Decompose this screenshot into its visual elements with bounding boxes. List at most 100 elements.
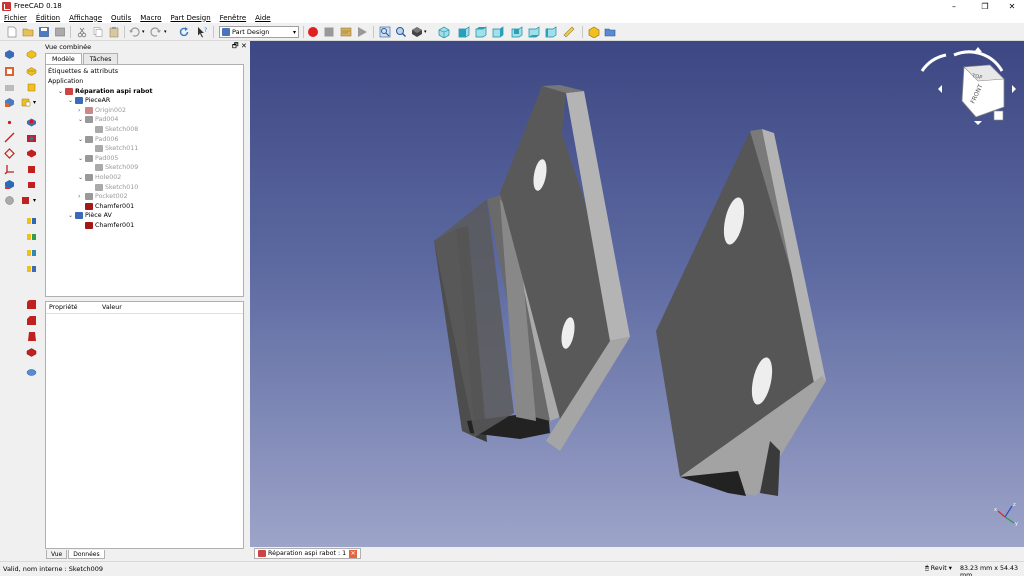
navcube-menu-icon[interactable] bbox=[993, 110, 1004, 121]
validate-sketch-icon[interactable] bbox=[4, 82, 15, 93]
piece-av-model[interactable] bbox=[656, 129, 826, 496]
subtractive-pipe-icon[interactable] bbox=[26, 179, 37, 190]
expand-arrow-icon[interactable]: ⌄ bbox=[78, 136, 85, 143]
menu-part-design[interactable]: Part Design bbox=[170, 14, 210, 22]
value-column-header[interactable]: Valeur bbox=[102, 304, 122, 311]
tree-item[interactable]: Sketch010 bbox=[88, 183, 138, 192]
boolean-icon[interactable] bbox=[26, 367, 37, 378]
revolution-icon[interactable] bbox=[26, 66, 37, 77]
right-view-icon[interactable] bbox=[492, 26, 504, 38]
menu-outils[interactable]: Outils bbox=[111, 14, 131, 22]
piece-ar-model[interactable] bbox=[434, 85, 630, 451]
tree-item[interactable]: › Origin002 bbox=[78, 106, 126, 115]
subtractive-primitive-icon[interactable] bbox=[20, 195, 31, 206]
open-folder-icon[interactable] bbox=[22, 26, 34, 38]
datum-plane-icon[interactable] bbox=[4, 148, 15, 159]
draw-style-dropdown-icon[interactable]: ▾ bbox=[424, 29, 436, 41]
additive-primitive-dropdown-icon[interactable]: ▾ bbox=[33, 99, 44, 110]
close-window-button[interactable]: ✕ bbox=[998, 0, 1024, 12]
cut-icon[interactable] bbox=[76, 26, 88, 38]
tree-item[interactable]: Chamfer001 bbox=[78, 221, 134, 230]
multitransform-icon[interactable] bbox=[26, 263, 37, 274]
expand-arrow-icon[interactable]: ⌄ bbox=[78, 116, 85, 123]
datum-line-icon[interactable] bbox=[4, 132, 15, 143]
chamfer-icon[interactable] bbox=[26, 315, 37, 326]
create-sketch-icon[interactable] bbox=[4, 66, 15, 77]
additive-primitive-icon[interactable] bbox=[20, 97, 31, 108]
tree-item[interactable]: Application bbox=[48, 77, 83, 86]
polar-pattern-icon[interactable] bbox=[26, 247, 37, 258]
datum-point-icon[interactable] bbox=[4, 117, 15, 128]
paste-icon[interactable] bbox=[108, 26, 120, 38]
subtractive-primitive-dropdown-icon[interactable]: ▾ bbox=[33, 197, 44, 208]
expand-arrow-icon[interactable]: › bbox=[78, 193, 85, 200]
tree-item[interactable]: ⌄ Réparation aspi rabot bbox=[58, 87, 152, 96]
expand-arrow-icon[interactable]: ⌄ bbox=[58, 88, 65, 95]
tree-item[interactable]: Sketch008 bbox=[88, 125, 138, 134]
redo-icon[interactable] bbox=[150, 26, 162, 38]
expand-arrow-icon[interactable]: › bbox=[78, 107, 85, 114]
fit-selection-icon[interactable] bbox=[395, 26, 407, 38]
menu-edition[interactable]: Édition bbox=[36, 14, 60, 22]
float-panel-icon[interactable]: 🗗 bbox=[232, 42, 239, 53]
expand-arrow-icon[interactable]: ⌄ bbox=[78, 155, 85, 162]
navigation-cube[interactable]: TOP FRONT bbox=[920, 47, 1016, 125]
tree-item[interactable]: ⌄ Pad006 bbox=[78, 135, 118, 144]
tab-modele[interactable]: Modèle bbox=[45, 53, 82, 64]
additive-loft-icon[interactable] bbox=[26, 82, 37, 93]
thickness-icon[interactable] bbox=[26, 347, 37, 358]
draw-style-icon[interactable] bbox=[411, 26, 423, 38]
menu-affichage[interactable]: Affichage bbox=[69, 14, 102, 22]
save-icon[interactable] bbox=[38, 26, 50, 38]
create-part-icon[interactable] bbox=[588, 26, 600, 38]
copy-icon[interactable] bbox=[92, 26, 104, 38]
rear-view-icon[interactable] bbox=[511, 26, 523, 38]
groove-icon[interactable] bbox=[26, 148, 37, 159]
expand-arrow-icon[interactable]: ⌄ bbox=[68, 97, 75, 104]
linear-pattern-icon[interactable] bbox=[26, 231, 37, 242]
subtractive-loft-icon[interactable] bbox=[26, 164, 37, 175]
front-view-icon[interactable] bbox=[458, 26, 470, 38]
workbench-selector[interactable]: Part Design ▾ bbox=[219, 26, 299, 38]
maximize-button[interactable]: ❐ bbox=[971, 0, 999, 12]
tree-item[interactable]: › Pocket002 bbox=[78, 192, 128, 201]
new-document-icon[interactable] bbox=[6, 26, 18, 38]
tab-donnees[interactable]: Données bbox=[68, 550, 105, 559]
redo-dropdown-icon[interactable]: ▾ bbox=[164, 29, 176, 41]
menu-aide[interactable]: Aide bbox=[255, 14, 270, 22]
whats-this-icon[interactable]: ? bbox=[196, 26, 208, 38]
macros-icon[interactable] bbox=[340, 26, 352, 38]
draft-icon[interactable] bbox=[26, 331, 37, 342]
measure-distance-icon[interactable] bbox=[563, 26, 575, 38]
close-tab-icon[interactable]: ✕ bbox=[349, 549, 358, 558]
navigation-style-selector[interactable]: 🖱 Revit ▾ bbox=[925, 565, 952, 573]
minimize-button[interactable]: – bbox=[940, 0, 968, 12]
tree-item[interactable]: Sketch011 bbox=[88, 144, 138, 153]
close-panel-icon[interactable]: ✕ bbox=[241, 42, 247, 50]
tree-item[interactable]: ⌄ PieceAR bbox=[68, 96, 110, 105]
tree-item[interactable]: ⌄ Pad004 bbox=[78, 115, 118, 124]
hole-icon[interactable] bbox=[26, 133, 37, 144]
clone-icon[interactable] bbox=[4, 195, 15, 206]
save-as-icon[interactable] bbox=[54, 26, 66, 38]
menu-fichier[interactable]: Fichier bbox=[4, 14, 27, 22]
isometric-view-icon[interactable] bbox=[438, 26, 450, 38]
document-tab[interactable]: Réparation aspi rabot : 1 ✕ bbox=[254, 548, 362, 559]
map-sketch-icon[interactable] bbox=[4, 97, 15, 108]
tree-item[interactable]: ⌄ Hole002 bbox=[78, 173, 121, 182]
mirrored-icon[interactable] bbox=[26, 215, 37, 226]
record-macro-icon[interactable] bbox=[307, 26, 319, 38]
bottom-view-icon[interactable] bbox=[528, 26, 540, 38]
tree-item[interactable]: ⌄ Pièce AV bbox=[68, 211, 112, 220]
refresh-icon[interactable] bbox=[178, 26, 190, 38]
create-group-icon[interactable] bbox=[604, 26, 616, 38]
menu-fenetre[interactable]: Fenêtre bbox=[220, 14, 246, 22]
tree-item[interactable]: Chamfer001 bbox=[78, 202, 134, 211]
tab-taches[interactable]: Tâches bbox=[82, 53, 119, 64]
create-body-icon[interactable] bbox=[4, 49, 15, 60]
tab-vue[interactable]: Vue bbox=[46, 550, 68, 559]
fillet-icon[interactable] bbox=[26, 299, 37, 310]
fit-all-icon[interactable] bbox=[379, 26, 391, 38]
property-column-header[interactable]: Propriété bbox=[49, 304, 78, 311]
execute-macro-icon[interactable] bbox=[356, 26, 368, 38]
